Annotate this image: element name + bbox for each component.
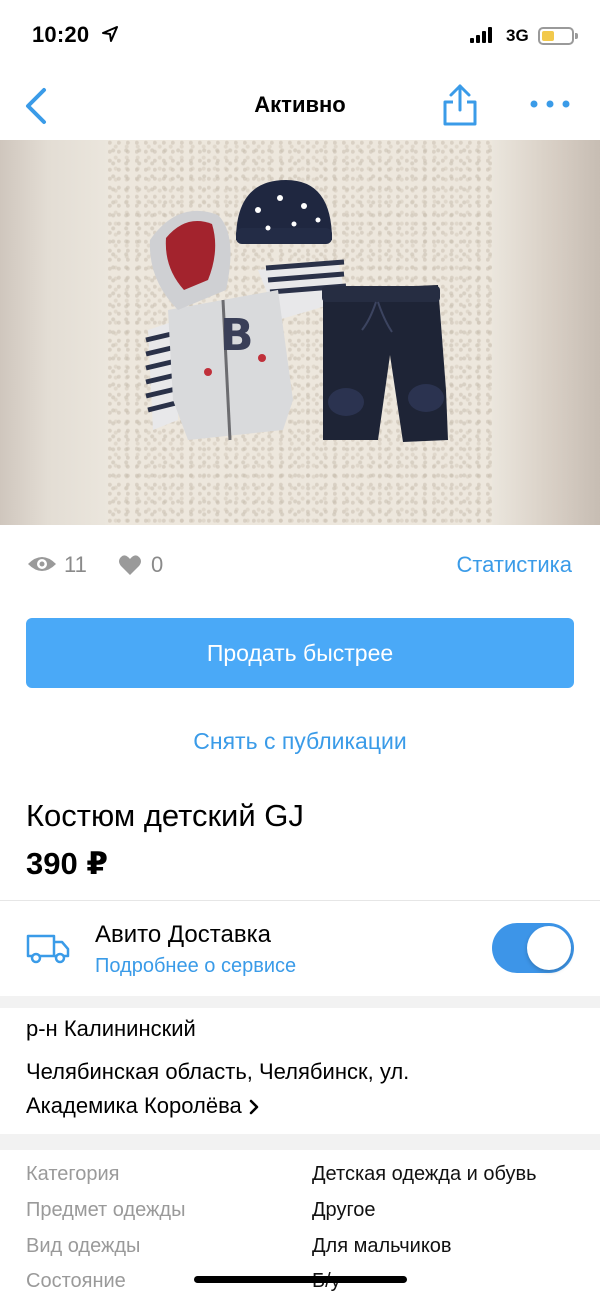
param-value: Для мальчиков xyxy=(312,1235,452,1257)
param-label: Категория xyxy=(26,1163,120,1185)
truck-icon xyxy=(26,934,70,964)
signal-bars-icon xyxy=(470,27,496,43)
more-dots-icon xyxy=(530,100,570,108)
param-value: Детская одежда и обувь xyxy=(312,1163,537,1185)
nav-bar: Активно xyxy=(0,72,600,140)
chevron-right-icon xyxy=(249,1099,258,1115)
status-bar: 10:20 3G xyxy=(0,0,600,72)
stats-row: 11 0 Статистика xyxy=(0,540,600,588)
share-button[interactable] xyxy=(440,82,480,128)
heart-icon xyxy=(119,555,141,575)
district-label: р-н Калининский xyxy=(26,1016,196,1041)
param-label: Состояние xyxy=(26,1270,126,1292)
page-title: Активно xyxy=(254,92,346,117)
param-value: Другое xyxy=(312,1199,376,1221)
delivery-toggle[interactable] xyxy=(492,923,574,973)
battery-icon xyxy=(538,27,578,45)
eye-icon xyxy=(28,557,56,571)
divider xyxy=(0,900,600,901)
statistics-link[interactable]: Статистика xyxy=(456,552,572,578)
network-label: 3G xyxy=(506,26,529,45)
section-separator xyxy=(0,1134,600,1150)
param-row-category: Категория Детская одежда и обувь xyxy=(26,1163,586,1197)
param-row-item: Предмет одежды Другое xyxy=(26,1199,586,1233)
delivery-title: Авито Доставка xyxy=(95,921,271,948)
param-row-type: Вид одежды Для мальчиков xyxy=(26,1235,586,1269)
unpublish-link[interactable]: Снять с публикации xyxy=(0,728,600,755)
address-line2: Академика Королёва xyxy=(26,1093,242,1118)
address-link[interactable]: Челябинская область, Челябинск, ул. Акад… xyxy=(26,1055,546,1123)
item-title: Костюм детский GJ xyxy=(26,798,304,833)
share-icon xyxy=(443,84,477,126)
location-arrow-icon xyxy=(102,26,118,42)
param-label: Вид одежды xyxy=(26,1235,141,1257)
param-label: Предмет одежды xyxy=(26,1199,186,1221)
likes-count: 0 xyxy=(151,552,164,577)
toggle-knob xyxy=(527,926,571,970)
more-button[interactable] xyxy=(528,94,572,114)
address-line1: Челябинская область, Челябинск, ул. xyxy=(26,1059,410,1084)
views-count: 11 xyxy=(64,552,87,577)
status-time: 10:20 xyxy=(32,22,90,47)
home-indicator[interactable] xyxy=(194,1276,407,1283)
product-photo-gallery[interactable]: B xyxy=(0,140,600,525)
svg-text:B: B xyxy=(220,310,254,361)
delivery-info-link[interactable]: Подробнее о сервисе xyxy=(95,955,296,978)
sell-faster-button[interactable]: Продать быстрее xyxy=(26,618,574,688)
section-separator xyxy=(0,996,600,1008)
item-price: 390 ₽ xyxy=(26,846,108,881)
product-photo: B xyxy=(108,140,492,525)
param-row-condition: Состояние Б/у xyxy=(26,1270,586,1298)
